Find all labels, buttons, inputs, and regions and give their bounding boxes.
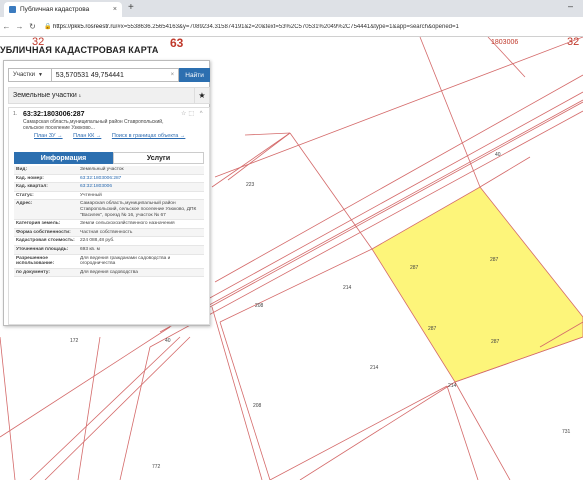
info-value: Земли сельскохозяйственного назначения bbox=[80, 221, 175, 227]
info-value: Для ведения гражданами садоводства и ого… bbox=[80, 255, 171, 267]
plan-zu-link[interactable]: План ЗУ → bbox=[34, 133, 63, 139]
info-value[interactable]: 63:32:1803006 bbox=[78, 183, 204, 191]
lock-icon[interactable]: 🔒 bbox=[43, 23, 53, 30]
parcel-label: 214 bbox=[343, 285, 352, 291]
parcel-info-table: Вид: Земельный участок Кад. номер: 63:32:18… bbox=[14, 166, 204, 278]
search-bar: Участки ▼ 53,570531 49,754441 × Найти bbox=[8, 68, 210, 82]
info-value: 224 088,48 руб. bbox=[80, 238, 115, 244]
info-key: Статус: bbox=[16, 192, 34, 198]
info-row: Статус: Учтенный bbox=[14, 192, 204, 201]
parcel-card-header: 1. 63:32:1803006:287 Самарская область,м… bbox=[9, 108, 209, 148]
info-key: Вид: bbox=[16, 167, 28, 172]
parcel-label: 772 bbox=[152, 464, 161, 470]
parcel-label: 172 bbox=[70, 338, 79, 344]
info-row: Адрес: Самарская область,муниципальный ра… bbox=[14, 200, 204, 221]
info-value: 693 кв. м bbox=[80, 246, 100, 252]
info-key: Кад. квартал: bbox=[16, 184, 48, 190]
zone-label: 32 bbox=[567, 37, 580, 48]
card-tools-icon[interactable]: ☆⬚ ^ bbox=[181, 110, 205, 117]
info-value[interactable]: 63:32:1803006:287 bbox=[78, 175, 204, 183]
parcel-label: 731 bbox=[562, 429, 571, 435]
info-row: Уточненная площадь: 693 кв. м bbox=[14, 245, 204, 255]
parcel-label: 223 bbox=[246, 182, 255, 188]
chevron-down-icon: ▼ bbox=[38, 72, 43, 78]
info-value: Самарская область,муниципальный район Ст… bbox=[80, 201, 197, 218]
parcel-label: 287 bbox=[491, 339, 500, 345]
info-row: Кад. квартал: 63:32:1803006 bbox=[14, 183, 204, 192]
tab-information[interactable]: Информация bbox=[14, 152, 113, 164]
back-button[interactable]: ← bbox=[0, 22, 13, 31]
map-title: УБЛИЧНАЯ КАДАСТРОВАЯ КАРТА bbox=[0, 45, 159, 55]
zone-label: 63 bbox=[170, 37, 184, 50]
parcel-label: 214 bbox=[448, 383, 457, 389]
tab-services[interactable]: Услуги bbox=[113, 152, 204, 164]
search-input-value: 53,570531 49,754441 bbox=[55, 71, 124, 79]
zone-label: 32 bbox=[32, 37, 45, 48]
parcel-label: 208 bbox=[253, 403, 262, 409]
layer-header[interactable]: Земельные участки 1 ★ bbox=[8, 87, 210, 104]
result-number: 1. bbox=[13, 111, 18, 117]
url-host: https://pkk5.rosreestr.ru bbox=[53, 23, 116, 30]
parcel-card: 1. 63:32:1803006:287 Самарская область,м… bbox=[8, 107, 210, 325]
info-key: Кад. номер: bbox=[16, 175, 44, 181]
clear-icon[interactable]: × bbox=[171, 72, 175, 78]
info-row: Разрешенное использование: Для ведения гр… bbox=[14, 255, 204, 269]
url-path: /#x=5538636.25654163&y=7089234.315874191… bbox=[115, 23, 459, 30]
search-panel: Участки ▼ 53,570531 49,754441 × Найти Зе… bbox=[3, 60, 210, 326]
new-tab-button[interactable]: + bbox=[128, 2, 134, 13]
info-key: по документу: bbox=[16, 269, 50, 275]
parcel-label: 287 bbox=[428, 326, 437, 332]
plan-kk-link[interactable]: План КК → bbox=[73, 133, 101, 139]
reload-button[interactable]: ↻ bbox=[26, 22, 39, 31]
info-value: Земельный участок bbox=[80, 167, 124, 172]
info-row: Кадастровая стоимость: 224 088,48 руб. bbox=[14, 237, 204, 246]
parcel-label: 40 bbox=[495, 152, 501, 158]
site-favicon-icon bbox=[9, 6, 16, 13]
browser-tab-bar: Публичная кадастрова × + – bbox=[0, 0, 583, 17]
forward-button[interactable]: → bbox=[13, 22, 26, 31]
info-key: Уточненная площадь: bbox=[16, 246, 69, 252]
parcel-label: 40 bbox=[165, 338, 171, 344]
search-type-select[interactable]: Участки ▼ bbox=[8, 68, 52, 82]
parcel-label: 287 bbox=[490, 257, 499, 263]
info-value: Учтенный bbox=[80, 192, 102, 198]
card-tabs: Информация Услуги bbox=[14, 152, 204, 164]
info-key: Кадастровая стоимость: bbox=[16, 238, 75, 244]
minimize-window-button[interactable]: – bbox=[568, 1, 573, 11]
close-tab-icon[interactable]: × bbox=[113, 6, 117, 13]
info-row: Вид: Земельный участок bbox=[14, 166, 204, 175]
block-label: 1803006 bbox=[491, 39, 519, 46]
search-input[interactable]: 53,570531 49,754441 × bbox=[51, 68, 180, 82]
url-field[interactable]: https://pkk5.rosreestr.ru/#x=5538636.256… bbox=[53, 24, 583, 30]
address-bar: ← → ↻ 🔒 https://pkk5.rosreestr.ru/#x=553… bbox=[0, 17, 583, 37]
info-key: Категория земель: bbox=[16, 221, 61, 227]
tab-title: Публичная кадастрова bbox=[20, 6, 90, 13]
parcel-label: 214 bbox=[370, 365, 379, 371]
parcel-short-address: Самарская область,муниципальный район Ст… bbox=[23, 119, 164, 131]
info-row: по документу: Для ведения садоводства bbox=[14, 268, 204, 278]
selected-parcel bbox=[371, 186, 583, 383]
star-icon[interactable]: ★ bbox=[194, 88, 209, 103]
info-value: Для ведения садоводства bbox=[80, 269, 138, 275]
layer-title: Земельные участки bbox=[13, 92, 77, 99]
browser-tab[interactable]: Публичная кадастрова × bbox=[4, 2, 122, 17]
search-in-bounds-link[interactable]: Поиск в границах объекта → bbox=[112, 133, 185, 139]
search-button[interactable]: Найти bbox=[179, 68, 210, 82]
card-links: План ЗУ → План КК → Поиск в границах объ… bbox=[34, 133, 194, 139]
info-row: Кад. номер: 63:32:1803006:287 bbox=[14, 175, 204, 184]
parcel-cadastral-number[interactable]: 63:32:1803006:287 bbox=[23, 111, 85, 118]
info-key: Форма собственности: bbox=[16, 229, 71, 235]
info-key: Разрешенное использование: bbox=[16, 255, 55, 267]
result-count: 1 bbox=[78, 93, 82, 98]
parcel-label: 208 bbox=[255, 303, 264, 309]
info-key: Адрес: bbox=[16, 201, 33, 207]
info-row: Форма собственности: Частная собственност… bbox=[14, 228, 204, 238]
parcel-label: 287 bbox=[410, 265, 419, 271]
info-row: Категория земель: Земли сельскохозяйствен… bbox=[14, 220, 204, 229]
search-type-value: Участки bbox=[13, 72, 35, 78]
info-value: Частная собственность bbox=[80, 229, 133, 235]
